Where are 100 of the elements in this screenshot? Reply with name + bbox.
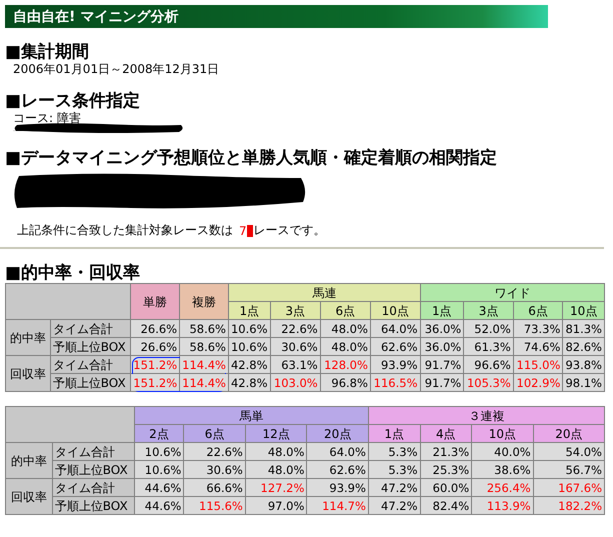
table-cell: 93.9% [370, 356, 420, 374]
table-cell: 58.6% [180, 338, 228, 356]
summary-text: 上記条件に合致した集計対象レース数は [17, 222, 233, 239]
table-cell: 61.3% [464, 338, 514, 356]
table-cell: 62.6% [306, 460, 368, 478]
column-header: 単勝 [130, 284, 180, 320]
table-cell: 48.0% [320, 338, 370, 356]
table-cell: 97.0% [245, 496, 307, 514]
row-header: 回収率 [6, 478, 52, 514]
table-cell: 5.3% [368, 460, 420, 478]
table-cell: 115.0% [513, 356, 563, 374]
table-cell: 96.6% [464, 356, 514, 374]
table-cell: 82.6% [562, 338, 604, 356]
table-cell: 81.3% [562, 320, 604, 338]
table-cell: 40.0% [472, 442, 534, 460]
column-header: 1点 [228, 302, 270, 320]
table-cell: 182.2% [533, 496, 604, 514]
table-cell: 22.6% [184, 442, 246, 460]
table-cell: 167.6% [533, 478, 604, 496]
column-header: 2点 [134, 424, 184, 442]
table-cell: 66.6% [184, 478, 246, 496]
table-cell: 30.6% [184, 460, 246, 478]
column-header: 3点 [464, 302, 514, 320]
table-cell: 60.0% [420, 478, 472, 496]
table-cell: 93.9% [306, 478, 368, 496]
column-header: 6点 [320, 302, 370, 320]
row-header: 的中率 [6, 442, 52, 478]
column-header: 複勝 [180, 284, 228, 320]
row-header: タイム合計 [52, 442, 134, 460]
table-cell: 5.3% [368, 442, 420, 460]
column-header: ３連複 [368, 406, 604, 424]
row-header: 予順上位BOX [52, 460, 134, 478]
table-cell: 96.8% [320, 374, 370, 392]
table-cell: 47.2% [368, 496, 420, 514]
section-heading: ■集計期間 [5, 42, 90, 62]
table-cell: 256.4% [472, 478, 534, 496]
table-cell: 47.2% [368, 478, 420, 496]
column-header: 10点 [562, 302, 604, 320]
course-condition: コース: 障害 [12, 111, 82, 126]
column-header: 6点 [184, 424, 246, 442]
column-header: 10点 [472, 424, 534, 442]
section-heading: ■レース条件指定 [5, 91, 142, 111]
table-cell: 54.0% [533, 442, 604, 460]
table-cell: 21.3% [420, 442, 472, 460]
column-header: 20点 [533, 424, 604, 442]
column-header: 1点 [368, 424, 420, 442]
table-cell: 42.8% [228, 374, 270, 392]
table-cell: 114.7% [306, 496, 368, 514]
table-cell: 64.0% [306, 442, 368, 460]
table-cell: 38.6% [472, 460, 534, 478]
table-cell: 127.2% [245, 478, 307, 496]
table-cell: 30.6% [270, 338, 320, 356]
row-header: 予順上位BOX [52, 496, 134, 514]
row-header: タイム合計 [50, 320, 131, 338]
table-cell: 63.1% [270, 356, 320, 374]
summary-text: レースです。 [254, 222, 326, 239]
table-cell: 74.6% [513, 338, 563, 356]
row-header: 回収率 [6, 356, 50, 392]
column-header: 4点 [420, 424, 472, 442]
row-header: 的中率 [6, 320, 50, 356]
table-cell: 56.7% [533, 460, 604, 478]
table-cell: 114.4% [180, 374, 228, 392]
table-cell: 10.6% [228, 320, 270, 338]
table-cell: 10.6% [228, 338, 270, 356]
table-cell: 102.9% [513, 374, 563, 392]
period-value: 2006年01月01日～2008年12月31日 [12, 62, 220, 77]
table-cell: 115.6% [184, 496, 246, 514]
table-cell: 48.0% [245, 460, 307, 478]
table-cell: 42.8% [228, 356, 270, 374]
table-cell: 10.6% [134, 442, 184, 460]
page-title: 自由自在! マイニング分析 [12, 8, 178, 26]
table-cell: 22.6% [270, 320, 320, 338]
table-cell: 116.5% [370, 374, 420, 392]
table-cell: 36.0% [420, 320, 464, 338]
table-cell: 91.7% [420, 356, 464, 374]
table-cell: 48.0% [245, 442, 307, 460]
table-cell: 10.6% [134, 460, 184, 478]
table-cell: 26.6% [130, 320, 180, 338]
table-cell: 26.6% [130, 338, 180, 356]
table-cell: 48.0% [320, 320, 370, 338]
row-header: 予順上位BOX [50, 338, 131, 356]
column-header: ワイド [420, 284, 604, 302]
table-cell: 91.7% [420, 374, 464, 392]
section-heading: ■データマイニング予想順位と単勝人気順・確定着順の相関指定 [5, 148, 498, 168]
table-cell: 105.3% [464, 374, 514, 392]
column-header: 6点 [513, 302, 563, 320]
table-cell: 62.6% [370, 338, 420, 356]
column-header: 20点 [306, 424, 368, 442]
table-cell: 93.8% [562, 356, 604, 374]
table-cell: 73.3% [513, 320, 563, 338]
table-cell: 44.6% [134, 496, 184, 514]
column-header: 12点 [245, 424, 307, 442]
table-cell: 128.0% [320, 356, 370, 374]
table-cell: 58.6% [180, 320, 228, 338]
race-count: 7 [239, 224, 247, 238]
column-header: 馬連 [228, 284, 420, 302]
table-cell: 44.6% [134, 478, 184, 496]
table-cell: 64.0% [370, 320, 420, 338]
table-cell: 52.0% [464, 320, 514, 338]
section-heading: ■的中率・回収率 [5, 263, 142, 283]
